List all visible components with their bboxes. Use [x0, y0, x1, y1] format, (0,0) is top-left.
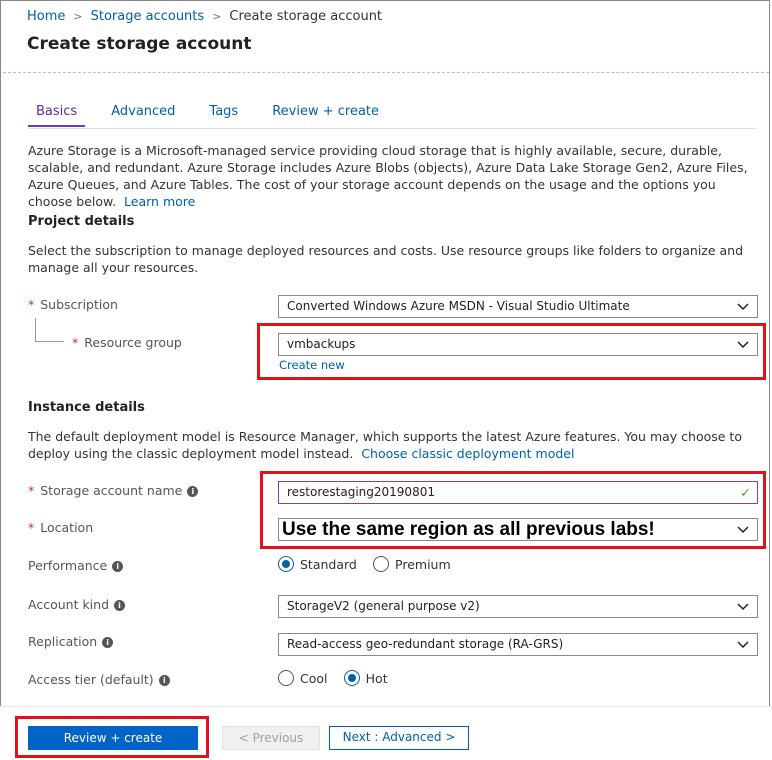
storage-name-label: * Storage account name i: [28, 483, 199, 498]
subscription-value: Converted Windows Azure MSDN - Visual St…: [287, 299, 630, 313]
account-kind-label: Account kind i: [28, 597, 126, 612]
page-title: Create storage account: [27, 34, 252, 54]
access-tier-cool-radio[interactable]: [278, 670, 294, 686]
performance-label: Performance i: [28, 558, 124, 573]
access-tier-label: Access tier (default) i: [28, 672, 170, 687]
performance-standard-radio[interactable]: [278, 556, 294, 572]
chevron-down-icon: [737, 526, 749, 534]
tab-tags[interactable]: Tags: [201, 104, 246, 125]
location-overlay-note: Use the same region as all previous labs…: [282, 519, 655, 540]
previous-button[interactable]: < Previous: [222, 726, 320, 750]
tab-divider: [28, 128, 757, 129]
review-create-button[interactable]: Review + create: [28, 726, 198, 750]
chevron-down-icon: [737, 641, 749, 649]
create-new-link[interactable]: Create new: [279, 358, 345, 372]
instance-details-text: The default deployment model is Resource…: [28, 428, 758, 462]
next-advanced-button[interactable]: Next : Advanced >: [329, 726, 469, 750]
subscription-label-text: Subscription: [40, 297, 118, 312]
replication-value: Read-access geo-redundant storage (RA-GR…: [287, 637, 564, 651]
subscription-select[interactable]: Converted Windows Azure MSDN - Visual St…: [278, 295, 758, 318]
required-marker: *: [28, 483, 35, 498]
storage-account-name-value: restorestaging20190801: [287, 485, 435, 499]
required-marker: *: [72, 335, 79, 350]
header-divider: [3, 72, 769, 73]
subscription-label: * Subscription: [28, 297, 118, 312]
replication-label: Replication i: [28, 634, 114, 649]
access-tier-hot-label: Hot: [365, 670, 388, 686]
tab-advanced[interactable]: Advanced: [103, 104, 183, 125]
required-marker: *: [28, 520, 35, 535]
breadcrumb-storage-accounts[interactable]: Storage accounts: [91, 9, 205, 24]
resource-group-label-text: Resource group: [84, 335, 182, 350]
access-tier-radio-group: Cool Hot: [278, 670, 388, 686]
storage-account-name-input[interactable]: restorestaging20190801 ✓: [278, 481, 758, 504]
account-kind-label-text: Account kind: [28, 597, 110, 612]
resource-group-value: vmbackups: [287, 337, 356, 351]
breadcrumb-separator-icon: >: [73, 10, 83, 23]
location-select[interactable]: Use the same region as all previous labs…: [278, 518, 758, 541]
location-label: * Location: [28, 520, 93, 535]
replication-label-text: Replication: [28, 634, 98, 649]
access-tier-cool-label: Cool: [300, 670, 328, 686]
learn-more-link[interactable]: Learn more: [124, 194, 195, 209]
instance-details-heading: Instance details: [28, 400, 145, 415]
account-kind-value: StorageV2 (general purpose v2): [287, 599, 480, 613]
tab-review-create[interactable]: Review + create: [264, 104, 387, 125]
performance-radio-group: Standard Premium: [278, 556, 451, 572]
location-label-text: Location: [40, 520, 94, 535]
project-details-description: Select the subscription to manage deploy…: [28, 243, 744, 275]
info-icon[interactable]: i: [158, 675, 170, 686]
info-icon[interactable]: i: [114, 600, 126, 611]
required-marker: *: [28, 297, 35, 312]
access-tier-hot-radio[interactable]: [343, 670, 360, 686]
chevron-down-icon: [737, 341, 749, 349]
breadcrumb: Home > Storage accounts > Create storage acc…: [27, 9, 382, 24]
resource-group-select[interactable]: vmbackups: [278, 333, 758, 356]
tab-basics[interactable]: Basics: [28, 104, 86, 127]
tab-bar: Basics Advanced Tags Review + create: [28, 104, 405, 128]
breadcrumb-current: Create storage account: [229, 9, 383, 24]
resource-group-label: * Resource group: [72, 335, 182, 350]
breadcrumb-separator-icon: >: [212, 10, 222, 23]
performance-premium-label: Premium: [395, 556, 451, 572]
info-icon[interactable]: i: [112, 561, 124, 572]
info-icon[interactable]: i: [102, 637, 114, 648]
replication-select[interactable]: Read-access geo-redundant storage (RA-GR…: [278, 633, 758, 656]
classic-deployment-link[interactable]: Choose classic deployment model: [361, 446, 574, 461]
info-icon[interactable]: i: [187, 486, 199, 497]
breadcrumb-home[interactable]: Home: [27, 9, 65, 24]
performance-standard-label: Standard: [300, 556, 357, 572]
account-kind-select[interactable]: StorageV2 (general purpose v2): [278, 595, 758, 618]
access-tier-label-text: Access tier (default): [28, 672, 154, 687]
project-details-heading: Project details: [28, 214, 135, 229]
chevron-down-icon: [737, 303, 749, 311]
performance-premium-radio[interactable]: [373, 556, 390, 572]
tree-connector: [35, 318, 64, 342]
check-icon: ✓: [740, 486, 751, 501]
performance-label-text: Performance: [28, 558, 108, 573]
storage-name-label-text: Storage account name: [40, 483, 183, 498]
intro-text: Azure Storage is a Microsoft-managed ser…: [28, 142, 758, 210]
chevron-down-icon: [737, 603, 749, 611]
